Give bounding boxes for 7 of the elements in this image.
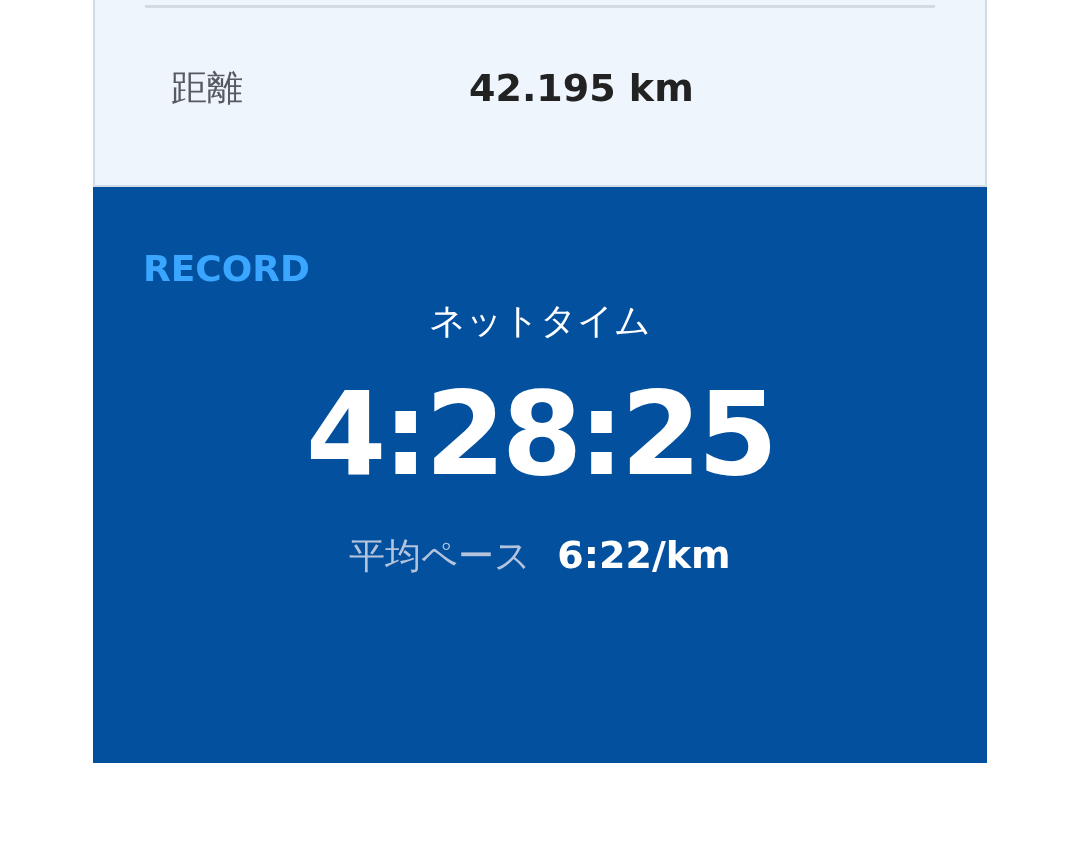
net-time-value: 4:28:25 bbox=[305, 369, 775, 499]
record-heading: RECORD bbox=[143, 247, 310, 291]
distance-value: 42.195 km bbox=[469, 64, 694, 112]
pace-label: 平均ペース bbox=[349, 534, 532, 578]
distance-label: 距離 bbox=[171, 66, 244, 110]
net-time-label: ネットタイム bbox=[429, 299, 651, 343]
pace-value: 6:22/km bbox=[557, 532, 731, 579]
